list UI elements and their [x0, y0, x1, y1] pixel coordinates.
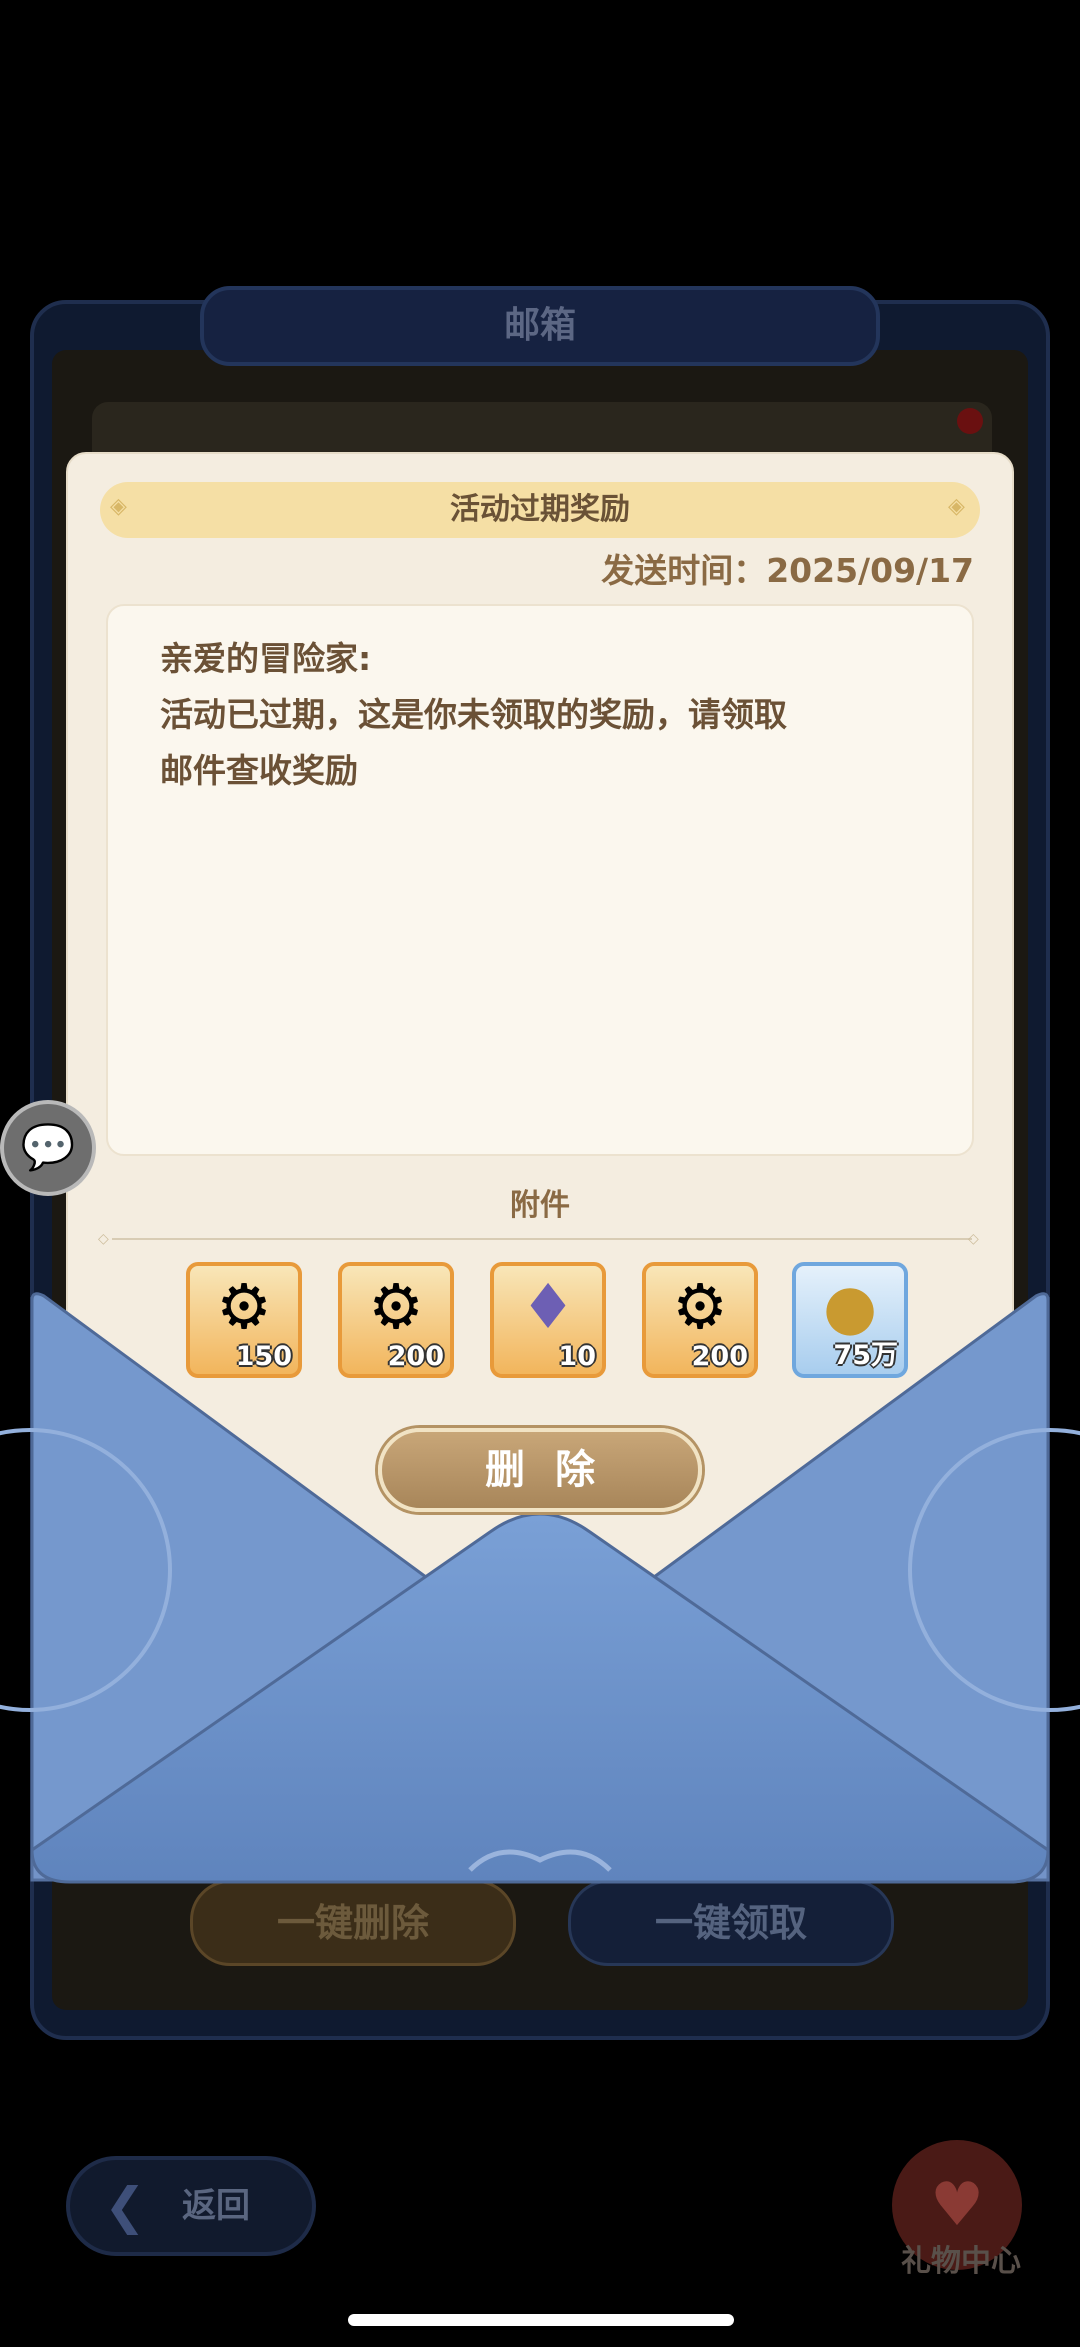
diamond-ornament-icon: ◇ [968, 1231, 979, 1247]
mailbox-title: 邮箱 [200, 286, 880, 366]
back-button[interactable]: ❮ 返回 [66, 2156, 316, 2256]
envelope-graphic [0, 1292, 1080, 1884]
mail-greeting: 亲爱的冒险家: [160, 639, 372, 678]
diamond-ornament-icon: ◈ [948, 494, 965, 519]
delete-all-button[interactable]: 一键删除 [190, 1880, 516, 1966]
unread-dot-icon [957, 408, 983, 434]
mail-body-line: 活动已过期，这是你未领取的奖励，请领取 [160, 695, 787, 734]
chat-button[interactable]: 💬 [0, 1100, 96, 1196]
send-time-label: 发送时间： [601, 551, 767, 590]
send-time-value: 2025/09/17 [766, 551, 974, 590]
back-arrow-icon: ❮ [104, 2177, 146, 2235]
diamond-ornament-icon: ◈ [110, 494, 127, 519]
attachments-title: 附件 [510, 1188, 570, 1223]
claim-all-button[interactable]: 一键领取 [568, 1880, 894, 1966]
mail-title: 活动过期奖励 [100, 482, 980, 538]
divider [112, 1238, 972, 1240]
message-body-box [106, 604, 974, 1156]
gift-center-label: 礼物中心 [901, 2244, 1021, 2279]
chat-bubble-icon: 💬 [20, 1122, 76, 1173]
diamond-ornament-icon: ◇ [98, 1231, 109, 1247]
back-label: 返回 [182, 2186, 250, 2226]
home-indicator[interactable] [348, 2314, 734, 2326]
mail-body-line: 邮件查收奖励 [160, 751, 358, 790]
send-time: 发送时间：2025/09/17 [601, 544, 974, 592]
delete-button[interactable]: 删除 [378, 1428, 702, 1512]
